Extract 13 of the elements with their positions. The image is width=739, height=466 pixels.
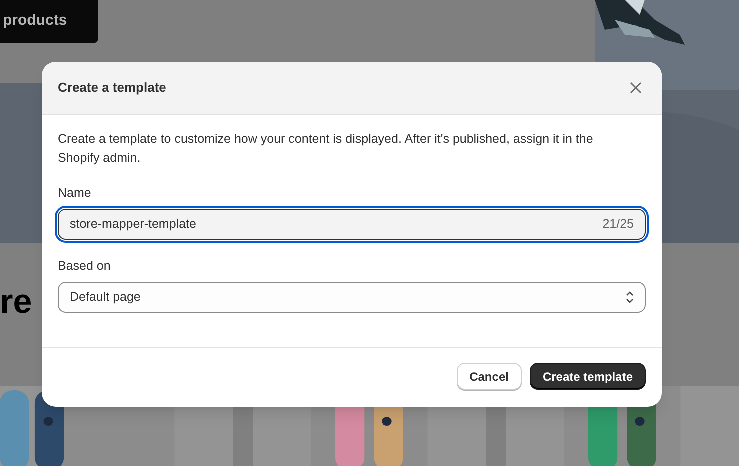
products-button[interactable]: products bbox=[0, 0, 98, 43]
field-label: Name bbox=[58, 185, 92, 202]
dialog-title: Create a template bbox=[58, 79, 166, 98]
based-on-select[interactable]: Default page bbox=[58, 282, 646, 312]
cancel-button[interactable]: Cancel bbox=[456, 363, 522, 390]
section-heading: re bbox=[0, 285, 32, 319]
character-counter: 21/25 bbox=[602, 216, 634, 233]
chevron-up-down-icon bbox=[626, 290, 634, 304]
close-icon[interactable] bbox=[629, 81, 643, 95]
name-field[interactable]: store-mapper-template 21/25 bbox=[58, 208, 646, 240]
create-template-button[interactable]: Create template bbox=[530, 363, 646, 390]
field-label: Based on bbox=[58, 258, 111, 275]
dialog-description: Create a template to customize how your content is displayed. After it's published, assign it in the Shopify admin. bbox=[58, 131, 594, 167]
